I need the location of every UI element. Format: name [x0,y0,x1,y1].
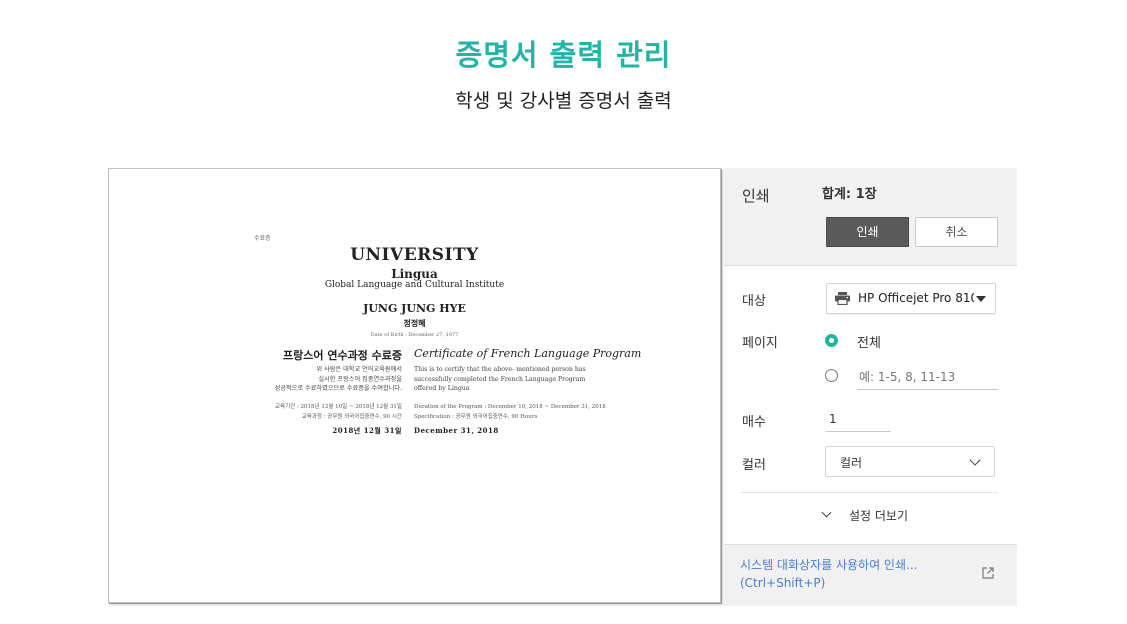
destination-label: 대상 [742,294,766,309]
certificate-body-en-line: successfully completed the French Langua… [414,375,586,383]
certificate-university: UNIVERSITY [350,245,479,265]
certificate-body-en-line: This is to certify that the above- menti… [414,366,586,373]
print-panel: 인쇄 합계: 1장 인쇄 취소 대상 HP Officejet Pro 8100… [724,168,1017,606]
pages-label: 페이지 [742,336,778,351]
certificate-meta-en: Duration of the Program : December 10, 2… [414,402,606,422]
color-select[interactable]: 컬러 [825,446,995,477]
cancel-button[interactable]: 취소 [915,217,998,247]
certificate-institute: Global Language and Cultural Institute [324,280,505,290]
page-subtitle: 학생 및 강사별 증명서 출력 [455,90,672,112]
certificate-name-ko: 정정혜 [403,318,426,328]
print-button[interactable]: 인쇄 [826,217,909,247]
color-value: 컬러 [840,456,863,470]
certificate-top-label: 수료증 [254,235,271,242]
certificate-meta-en-line: Duration of the Program : December 10, 2… [414,404,606,410]
color-label: 컬러 [742,458,766,473]
copies-label: 매수 [742,415,766,430]
certificate-meta-ko: 교육기간 : 2018년 12월 10일 ~ 2018년 12월 31일 교육과… [275,402,402,422]
pages-input[interactable] [857,365,998,390]
print-panel-header: 인쇄 합계: 1장 인쇄 취소 [724,168,1017,266]
chevron-down-icon [969,454,981,466]
certificate-title-ko: 프랑스어 연수과정 수료증 [283,349,402,362]
system-dialog-link[interactable]: 시스템 대화상자를 사용하여 인쇄... (Ctrl+Shift+P) [740,556,917,592]
certificate-body-ko-line: 실시한 프랑스어 집중연수과정을 [318,375,402,383]
certificate-body-ko-line: 성공적으로 수료하였으므로 수료증을 수여합니다. [274,385,402,392]
caret-down-icon [976,296,986,302]
certificate-body-ko: 위 사람은 대학교 언어교육원에서 실시한 프랑스어 집중연수과정을 성공적으로… [275,365,402,394]
page-total: 합계: 1장 [822,187,877,202]
copies-input[interactable] [826,407,891,432]
system-dialog-line1: 시스템 대화상자를 사용하여 인쇄... [740,558,918,572]
pages-all-radio[interactable] [825,334,838,347]
certificate-title-en: Certificate of French Language Program [414,347,642,360]
certificate-meta-ko-line: 교육과정 : 공무원 외국어집중연수, 90 시간 [301,414,402,420]
page-title: 증명서 출력 관리 [455,38,672,72]
print-panel-title: 인쇄 [742,187,770,205]
chevron-down-icon [821,507,832,518]
certificate-body-en-line: offered by Lingua [414,385,470,392]
certificate-dob: Date of Birth : December 27, 1977 [370,332,459,338]
certificate-meta-en-line: Specification : 공무원 외국어집중연수, 90 Hours [414,414,538,420]
certificate-body-ko-line: 위 사람은 대학교 언어교육원에서 [316,366,402,373]
certificate-meta-ko-line: 교육기간 : 2018년 12월 10일 ~ 2018년 12월 31일 [274,404,402,410]
open-external-icon[interactable] [982,567,994,579]
certificate-lingua: Lingua [391,267,438,281]
print-preview: 수료증 UNIVERSITY Lingua Global Language an… [108,168,721,603]
printer-icon [835,292,850,305]
destination-value: HP Officejet Pro 8100 [858,291,974,305]
certificate-date-en: December 31, 2018 [414,426,499,435]
certificate-page: 수료증 UNIVERSITY Lingua Global Language an… [109,169,720,602]
pages-custom-radio[interactable] [825,369,838,382]
system-dialog-line2: (Ctrl+Shift+P) [740,576,826,590]
divider [741,492,998,493]
pages-all-label: 전체 [857,336,881,351]
system-dialog-footer: 시스템 대화상자를 사용하여 인쇄... (Ctrl+Shift+P) [724,544,1017,606]
more-settings-label: 설정 더보기 [849,509,909,523]
destination-select[interactable]: HP Officejet Pro 8100 [826,283,996,314]
certificate-name-en: JUNG JUNG HYE [363,302,466,315]
certificate-body-en: This is to certify that the above- menti… [414,365,586,394]
certificate-date-ko: 2018년 12월 31일 [332,426,402,435]
